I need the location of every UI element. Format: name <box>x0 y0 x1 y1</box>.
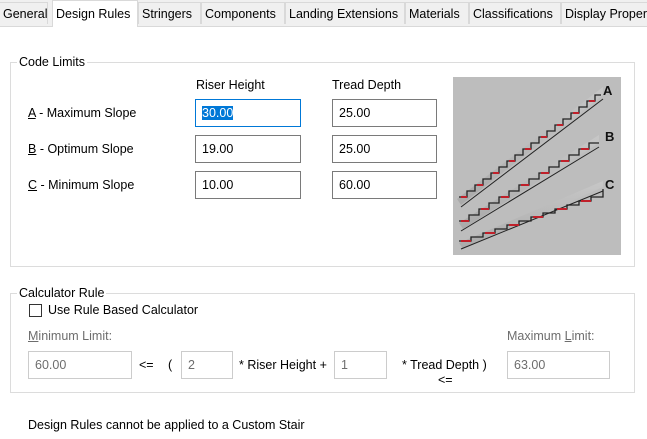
minimum-limit-input[interactable]: 60.00 <box>28 351 132 379</box>
diagram-label-c: C <box>605 177 615 192</box>
tab-display-properties[interactable]: Display Proper <box>561 2 647 24</box>
max-slope-tread-input[interactable]: 25.00 <box>332 99 437 127</box>
open-paren: ( <box>168 358 173 372</box>
stair-slope-diagram: A B C <box>453 77 621 255</box>
code-limits-legend: Code Limits <box>17 55 87 69</box>
max-slope-label: A - Maximum Slope <box>28 106 137 120</box>
tab-components[interactable]: Components <box>201 2 285 24</box>
riser-factor-input[interactable]: 2 <box>181 351 233 379</box>
tab-design-rules[interactable]: Design Rules <box>52 0 138 27</box>
rule-calculator-label: Use Rule Based Calculator <box>48 303 199 317</box>
rule-calculator-checkbox[interactable] <box>29 304 42 317</box>
tab-materials[interactable]: Materials <box>405 2 469 24</box>
min-slope-tread-input[interactable]: 60.00 <box>332 171 437 199</box>
riser-height-header: Riser Height <box>196 78 265 92</box>
optimum-slope-riser-input[interactable]: 19.00 <box>195 135 301 163</box>
tread-factor-input[interactable]: 1 <box>334 351 387 379</box>
diagram-label-b: B <box>605 129 614 144</box>
le-operator-2: <= <box>438 373 453 387</box>
tab-general[interactable]: General <box>0 2 48 24</box>
optimum-slope-tread-input[interactable]: 25.00 <box>332 135 437 163</box>
maximum-limit-label: Maximum Limit: <box>507 329 595 343</box>
max-slope-riser-input[interactable]: 30.00 <box>195 99 301 127</box>
tab-bar: General Design Rules Stringers Component… <box>0 0 647 27</box>
custom-stair-note: Design Rules cannot be applied to a Cust… <box>28 418 305 432</box>
diagram-label-a: A <box>603 83 613 98</box>
le-operator-1: <= <box>139 358 154 372</box>
stair-slope-diagram-svg: A B C <box>453 77 621 255</box>
tread-depth-header: Tread Depth <box>332 78 402 92</box>
tab-landing-extensions[interactable]: Landing Extensions <box>285 2 405 24</box>
maximum-limit-input[interactable]: 63.00 <box>507 351 610 379</box>
tab-classifications[interactable]: Classifications <box>469 2 561 24</box>
tread-depth-term: * Tread Depth ) <box>402 358 487 372</box>
min-slope-riser-input[interactable]: 10.00 <box>195 171 301 199</box>
calculator-rule-legend: Calculator Rule <box>17 286 107 300</box>
riser-height-term: * Riser Height + <box>239 358 327 372</box>
tab-stringers[interactable]: Stringers <box>138 2 201 24</box>
min-slope-label: C - Minimum Slope <box>28 178 135 192</box>
optimum-slope-label: B - Optimum Slope <box>28 142 134 156</box>
minimum-limit-label: Minimum Limit: <box>28 329 113 343</box>
